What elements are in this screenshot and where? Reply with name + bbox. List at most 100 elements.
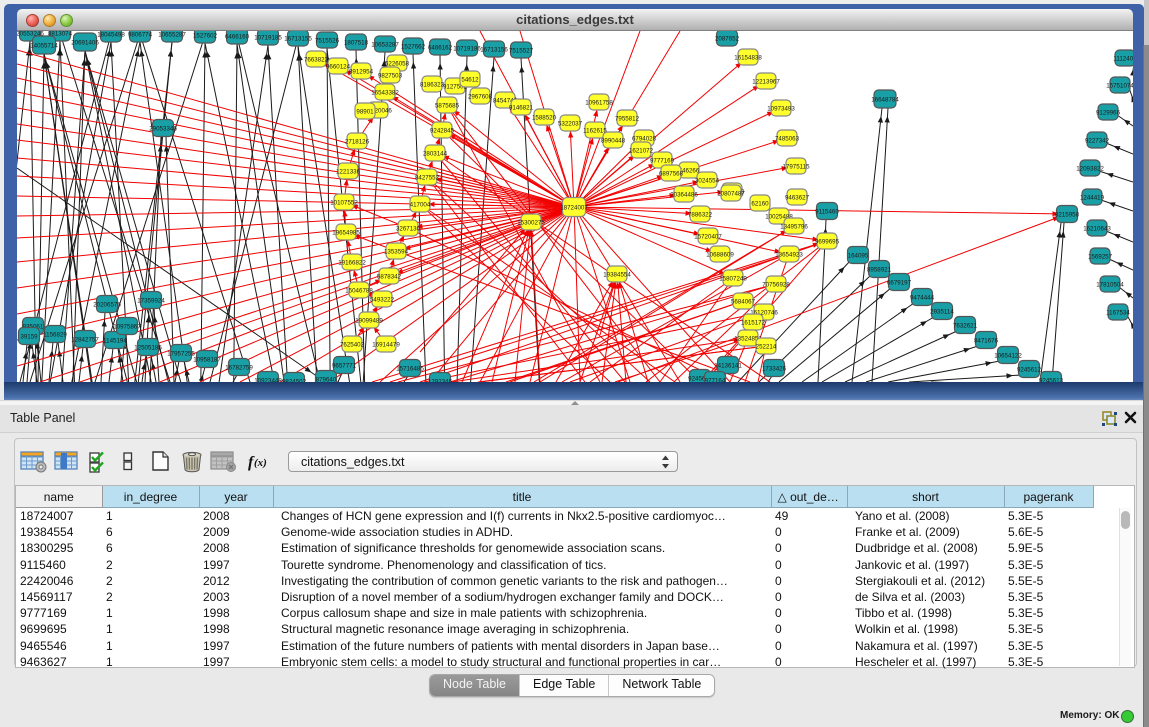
svg-text:17359924: 17359924 — [137, 298, 165, 305]
svg-text:1221336: 1221336 — [336, 169, 361, 176]
svg-text:16154838: 16154838 — [734, 55, 762, 62]
svg-text:39159: 39159 — [20, 334, 38, 341]
svg-text:16713155: 16713155 — [284, 36, 312, 43]
svg-text:9824502: 9824502 — [282, 379, 307, 383]
svg-text:16914479: 16914479 — [372, 342, 400, 349]
svg-text:9245612: 9245612 — [1017, 367, 1042, 374]
svg-text:8990448: 8990448 — [601, 138, 626, 145]
svg-text:1569257: 1569257 — [1088, 254, 1113, 261]
svg-text:5493222: 5493222 — [370, 297, 395, 304]
svg-text:1527662: 1527662 — [401, 44, 426, 51]
svg-text:6897568: 6897568 — [659, 171, 684, 178]
svg-text:2718126: 2718126 — [345, 139, 370, 146]
svg-text:2087652: 2087652 — [715, 36, 740, 43]
svg-text:2967608: 2967608 — [468, 94, 493, 101]
svg-text:977164: 977164 — [705, 378, 726, 383]
svg-text:20206576: 20206576 — [93, 302, 121, 309]
svg-text:20691406: 20691406 — [71, 40, 99, 47]
svg-text:12093822: 12093822 — [1076, 166, 1104, 173]
svg-text:7515527: 7515527 — [509, 48, 534, 55]
svg-text:10107552: 10107552 — [330, 200, 358, 207]
svg-text:10975867: 10975867 — [113, 324, 141, 331]
svg-text:417004: 417004 — [410, 202, 431, 209]
svg-text:9660124: 9660124 — [326, 64, 351, 71]
svg-text:9115460: 9115460 — [815, 209, 839, 216]
svg-text:3267130: 3267130 — [396, 226, 421, 233]
svg-text:17975115: 17975115 — [782, 164, 810, 171]
svg-text:8427552: 8427552 — [415, 175, 440, 182]
svg-text:7485063: 7485063 — [775, 136, 800, 143]
svg-text:15720407: 15720407 — [694, 234, 722, 241]
svg-text:3024554: 3024554 — [695, 178, 720, 185]
svg-text:12842757: 12842757 — [71, 337, 99, 344]
svg-text:62160: 62160 — [751, 201, 769, 208]
svg-text:98901: 98901 — [356, 109, 374, 116]
svg-text:17810504: 17810504 — [1096, 282, 1124, 289]
svg-text:(x): (x) — [254, 457, 267, 469]
svg-text:10655287: 10655287 — [158, 32, 186, 39]
svg-text:70756928: 70756928 — [762, 282, 790, 289]
svg-text:9657771: 9657771 — [332, 363, 357, 370]
svg-text:10961758: 10961758 — [585, 100, 613, 107]
svg-text:7886322: 7886322 — [688, 212, 713, 219]
svg-text:164095: 164095 — [848, 253, 869, 260]
svg-text:1112406: 1112406 — [1113, 56, 1133, 63]
svg-text:9227342: 9227342 — [1085, 138, 1110, 145]
svg-text:15046788: 15046788 — [345, 288, 373, 295]
svg-text:8471676: 8471676 — [974, 338, 999, 345]
svg-text:16543382: 16543382 — [371, 90, 399, 97]
svg-text:7955812: 7955812 — [615, 116, 640, 123]
svg-text:1244419: 1244419 — [1080, 195, 1105, 202]
svg-text:10923448: 10923448 — [254, 378, 282, 383]
svg-text:5684067: 5684067 — [731, 299, 756, 306]
svg-text:19654985: 19654985 — [332, 230, 360, 237]
svg-text:9474444: 9474444 — [910, 295, 935, 302]
svg-text:5322037: 5322037 — [558, 121, 583, 128]
svg-text:15716485: 15716485 — [396, 366, 424, 373]
svg-text:10654122: 10654122 — [994, 353, 1022, 360]
svg-text:14055714: 14055714 — [30, 43, 58, 50]
svg-text:18724007: 18724007 — [560, 205, 588, 212]
svg-text:9699695: 9699695 — [815, 239, 840, 246]
svg-text:7625402: 7625402 — [340, 342, 365, 349]
svg-text:10719185: 10719185 — [254, 35, 282, 42]
svg-text:19166822: 19166822 — [338, 260, 366, 267]
svg-text:6679197: 6679197 — [887, 280, 912, 287]
svg-text:13495796: 13495796 — [780, 224, 808, 231]
svg-text:1621072: 1621072 — [629, 148, 654, 155]
svg-text:13654923: 13654923 — [775, 252, 803, 259]
svg-text:10719186: 10719186 — [453, 46, 481, 53]
svg-text:7515526: 7515526 — [315, 38, 340, 45]
svg-text:1353594: 1353594 — [384, 249, 409, 256]
svg-text:5875685: 5875685 — [435, 103, 460, 110]
svg-text:9463627: 9463627 — [785, 195, 810, 202]
svg-text:18045498: 18045498 — [97, 32, 125, 39]
svg-text:16210643: 16210643 — [1083, 226, 1111, 233]
svg-text:15751074: 15751074 — [1106, 83, 1133, 90]
svg-text:5878342: 5878342 — [377, 274, 402, 281]
svg-text:9242845: 9242845 — [430, 128, 455, 135]
svg-text:9129966: 9129966 — [1096, 110, 1121, 117]
svg-text:14136141: 14136141 — [714, 363, 742, 370]
svg-text:879640: 879640 — [316, 377, 337, 383]
svg-text:1145194: 1145194 — [103, 338, 127, 345]
svg-text:8186323: 8186323 — [420, 82, 445, 89]
svg-text:16648784: 16648784 — [871, 97, 899, 104]
svg-text:10807487: 10807487 — [717, 191, 745, 198]
svg-text:16782759: 16782759 — [225, 365, 253, 372]
svg-text:12505185: 12505185 — [134, 345, 162, 352]
svg-text:1167534: 1167534 — [1106, 310, 1130, 317]
svg-text:7632621: 7632621 — [953, 323, 978, 330]
svg-text:9827503: 9827503 — [378, 73, 403, 80]
svg-text:2935114: 2935114 — [930, 309, 954, 316]
svg-text:15807249: 15807249 — [719, 276, 747, 283]
svg-text:12213967: 12213967 — [752, 79, 780, 86]
svg-text:19384554: 19384554 — [603, 272, 631, 279]
svg-text:10973493: 10973493 — [767, 106, 795, 113]
svg-text:6466160: 6466160 — [225, 34, 250, 41]
svg-text:1588520: 1588520 — [532, 115, 557, 122]
svg-text:1807518: 1807518 — [344, 40, 369, 47]
svg-text:19099489: 19099489 — [355, 318, 383, 325]
svg-text:7663822: 7663822 — [304, 57, 329, 64]
svg-text:16713156: 16713156 — [480, 47, 508, 54]
